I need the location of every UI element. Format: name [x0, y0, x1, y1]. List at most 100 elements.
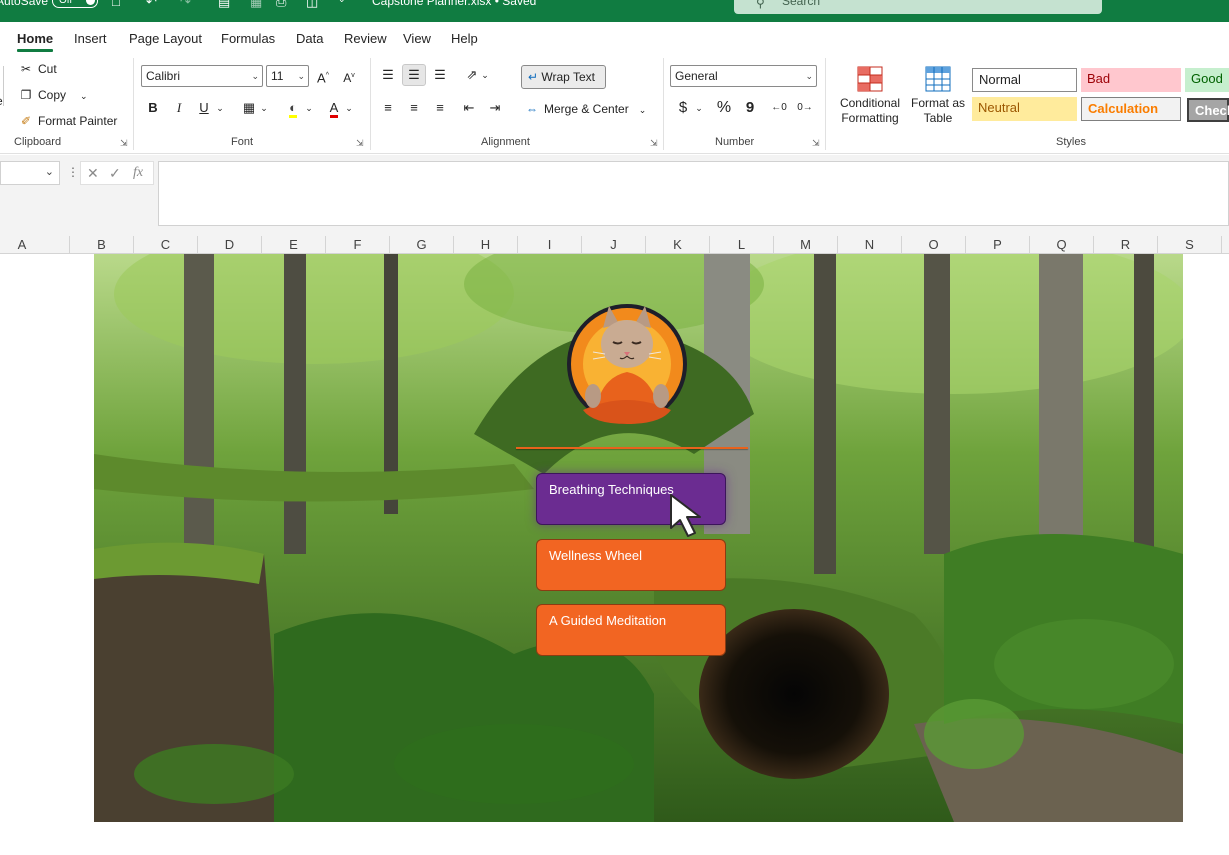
tab-home[interactable]: Home — [17, 31, 54, 52]
search-box[interactable]: ⚲ Search — [734, 0, 1102, 14]
bold-button[interactable]: B — [141, 97, 165, 119]
meditating-cat-logo[interactable] — [565, 298, 689, 426]
column-header[interactable]: S — [1158, 236, 1222, 254]
column-header[interactable]: P — [966, 236, 1030, 254]
conditional-formatting-button[interactable]: Conditional Formatting — [834, 64, 906, 126]
column-header[interactable]: F — [326, 236, 390, 254]
chevron-down-icon[interactable]: ⌄ — [302, 97, 316, 119]
format-as-table-button[interactable]: Format as Table — [908, 64, 968, 126]
tab-page-layout[interactable]: Page Layout — [129, 31, 202, 46]
more-icon[interactable]: ⋮ — [67, 165, 79, 179]
column-header[interactable]: Q — [1030, 236, 1094, 254]
cut-button[interactable]: ✂ Cut — [18, 62, 57, 76]
number-format-select[interactable]: General ⌄ — [670, 65, 817, 87]
align-right-icon[interactable]: ≡ — [428, 97, 452, 119]
style-normal[interactable]: Normal — [972, 68, 1077, 92]
increase-font-size-button[interactable]: A^ — [311, 65, 335, 87]
column-header[interactable]: I — [518, 236, 582, 254]
style-calculation[interactable]: Calculation — [1081, 97, 1181, 121]
column-header[interactable]: O — [902, 236, 966, 254]
number-launcher-icon[interactable]: ⇲ — [812, 138, 820, 149]
column-header[interactable]: K — [646, 236, 710, 254]
chevron-down-icon[interactable]: ⌄ — [80, 91, 88, 101]
chevron-down-icon[interactable]: ⌄ — [342, 97, 356, 119]
number-group-label: Number — [715, 136, 755, 148]
merge-center-button[interactable]: ⇔ Merge & Center ⌄ — [524, 102, 646, 116]
chevron-down-icon[interactable]: ⌄ — [478, 64, 492, 86]
format-painter-button[interactable]: ✐ Format Painter — [18, 114, 117, 128]
align-middle-icon[interactable]: ☰ — [402, 64, 426, 86]
alignment-group-label: Alignment — [481, 136, 530, 148]
tab-data[interactable]: Data — [296, 31, 323, 46]
decrease-indent-icon[interactable]: ⇤ — [457, 97, 481, 119]
formula-input[interactable] — [158, 161, 1229, 226]
align-top-icon[interactable]: ☰ — [376, 64, 400, 86]
align-left-icon[interactable]: ≡ — [376, 97, 400, 119]
tab-review[interactable]: Review — [344, 31, 387, 46]
form-icon[interactable]: ▤ — [218, 0, 230, 10]
insert-function-icon[interactable]: fx — [133, 165, 143, 181]
column-header[interactable]: H — [454, 236, 518, 254]
decrease-decimal-icon[interactable]: 0→ — [793, 97, 817, 119]
column-header[interactable]: B — [70, 236, 134, 254]
style-bad[interactable]: Bad — [1081, 68, 1181, 92]
wellness-wheel-button[interactable]: Wellness Wheel — [536, 539, 726, 591]
conditional-formatting-icon — [857, 66, 883, 92]
tab-help[interactable]: Help — [451, 31, 478, 46]
copy-button[interactable]: ❐ Copy ⌄ — [18, 88, 88, 102]
tab-formulas[interactable]: Formulas — [221, 31, 275, 46]
italic-button[interactable]: I — [167, 97, 191, 119]
wrap-text-button[interactable]: ↵ Wrap Text — [521, 65, 606, 89]
column-header[interactable]: J — [582, 236, 646, 254]
tab-view[interactable]: View — [403, 31, 431, 46]
font-launcher-icon[interactable]: ⇲ — [356, 138, 364, 149]
chevron-down-icon: ⌄ — [251, 71, 259, 81]
name-box[interactable]: ⌄ — [0, 161, 60, 185]
column-header[interactable]: E — [262, 236, 326, 254]
tab-insert[interactable]: Insert — [74, 31, 107, 46]
column-header[interactable]: C — [134, 236, 198, 254]
align-center-icon[interactable]: ≡ — [402, 97, 426, 119]
table-icon[interactable]: ▦ — [250, 0, 262, 10]
redo-icon[interactable]: ↷ — [180, 0, 191, 10]
column-header[interactable]: N — [838, 236, 902, 254]
paintbrush-icon: ✐ — [20, 114, 32, 128]
increase-indent-icon[interactable]: ⇥ — [483, 97, 507, 119]
guided-meditation-button[interactable]: A Guided Meditation — [536, 604, 726, 656]
column-header[interactable]: L — [710, 236, 774, 254]
column-header[interactable]: G — [390, 236, 454, 254]
align-bottom-icon[interactable]: ☰ — [428, 64, 452, 86]
percent-button[interactable]: % — [712, 97, 736, 119]
decrease-font-size-button[interactable]: Av — [337, 65, 361, 87]
alignment-launcher-icon[interactable]: ⇲ — [650, 138, 658, 149]
chevron-down-icon: ⌄ — [297, 71, 305, 81]
undo-icon[interactable]: ↶ — [146, 0, 157, 10]
enter-icon[interactable]: ✓ — [109, 165, 121, 182]
customize-icon[interactable]: ⌄ — [338, 0, 346, 5]
style-neutral[interactable]: Neutral — [972, 97, 1077, 121]
document-title[interactable]: Capstone Planner.xlsx • Saved — [372, 0, 536, 8]
comma-style-button[interactable]: 9 — [738, 97, 762, 119]
style-good[interactable]: Good — [1185, 68, 1229, 92]
column-header[interactable]: D — [198, 236, 262, 254]
font-size-select[interactable]: 11 ⌄ — [266, 65, 309, 87]
format-painter-label: Format Painter — [38, 114, 118, 128]
cancel-icon[interactable]: ✕ — [87, 165, 99, 182]
autosave-toggle[interactable]: Off — [52, 0, 98, 8]
chevron-down-icon[interactable]: ⌄ — [692, 97, 706, 119]
chevron-down-icon[interactable]: ⌄ — [639, 105, 647, 115]
clipboard-launcher-icon[interactable]: ⇲ — [120, 138, 128, 149]
font-name-select[interactable]: Calibri ⌄ — [141, 65, 263, 87]
column-header[interactable]: M — [774, 236, 838, 254]
increase-decimal-icon[interactable]: ←0 — [767, 97, 791, 119]
printer-icon[interactable]: ⎙ — [276, 0, 286, 10]
merge-icon: ⇔ — [526, 102, 538, 116]
divider — [825, 58, 826, 150]
chevron-down-icon[interactable]: ⌄ — [257, 97, 271, 119]
style-check-cell[interactable]: Check — [1187, 98, 1229, 122]
save-icon[interactable]: □ — [112, 0, 120, 9]
folder-icon[interactable]: ◫ — [306, 0, 318, 10]
column-header[interactable]: R — [1094, 236, 1158, 254]
column-header[interactable]: A — [0, 236, 70, 254]
chevron-down-icon[interactable]: ⌄ — [213, 97, 227, 119]
